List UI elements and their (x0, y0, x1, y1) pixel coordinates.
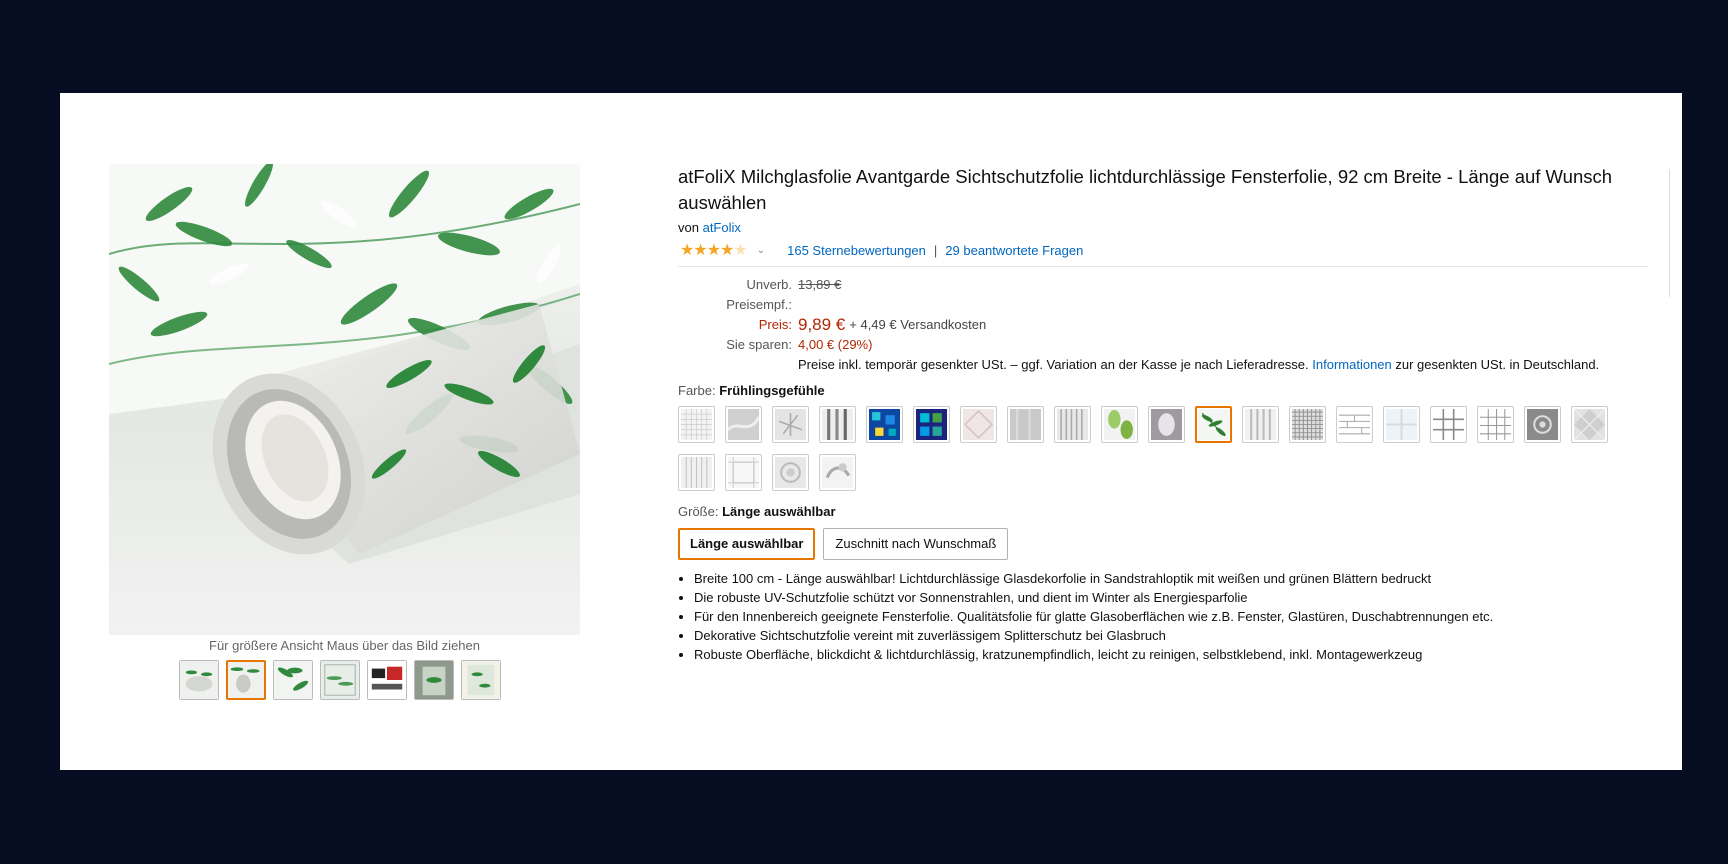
size-options: Länge auswählbar Zuschnitt nach Wunschma… (678, 528, 1648, 560)
vat-row: Preise inkl. temporär gesenkter USt. – g… (678, 355, 1648, 375)
feature-bullet: Dekorative Sichtschutzfolie vereint mit … (694, 626, 1648, 645)
savings-amount: 4,00 € (29%) (798, 337, 873, 352)
color-swatch[interactable] (772, 406, 809, 443)
color-swatch[interactable] (1571, 406, 1608, 443)
color-label: Farbe: (678, 383, 716, 398)
separator: | (933, 242, 938, 258)
feature-bullet: Für den Innenbereich geeignete Fensterfo… (694, 607, 1648, 626)
list-price-label: Unverb. Preisempf.: (726, 277, 792, 312)
feature-bullet: Robuste Oberfläche, blickdicht & lichtdu… (694, 645, 1648, 664)
vat-note-text: Preise inkl. temporär gesenkter USt. – g… (798, 357, 1309, 372)
color-swatch[interactable] (1477, 406, 1514, 443)
selected-color: Frühlingsgefühle (719, 383, 825, 398)
color-swatch[interactable] (725, 406, 762, 443)
thumbnail[interactable] (273, 660, 313, 700)
color-swatch[interactable] (819, 454, 856, 491)
savings-label: Sie sparen: (726, 337, 792, 352)
rating-row: ★★★★★ ⌄ 165 Sternebewertungen | 29 beant… (678, 240, 1648, 267)
thumbnail[interactable] (226, 660, 266, 700)
color-swatch[interactable] (1101, 406, 1138, 443)
scrollbar-edge[interactable] (1669, 169, 1670, 297)
color-swatch[interactable] (1148, 406, 1185, 443)
chevron-down-icon[interactable]: ⌄ (757, 245, 765, 256)
selected-size: Länge auswählbar (722, 504, 836, 519)
product-panel: Für größere Ansicht Maus über das Bild z… (60, 93, 1682, 770)
main-product-image[interactable] (109, 164, 580, 635)
color-swatch-selected[interactable] (1195, 406, 1232, 443)
star-rating-icon[interactable]: ★★★★★ (680, 240, 748, 260)
thumbnail-strip (179, 660, 501, 700)
size-option-length[interactable]: Länge auswählbar (678, 528, 816, 560)
savings-row: Sie sparen: 4,00 € (29%) (678, 335, 1648, 355)
thumbnail[interactable] (414, 660, 454, 700)
size-label: Größe: (678, 504, 719, 519)
feature-bullet: Die robuste UV-Schutzfolie schützt vor S… (694, 588, 1648, 607)
questions-link[interactable]: 29 beantwortete Fragen (945, 243, 1083, 258)
color-swatch[interactable] (1289, 406, 1326, 443)
color-swatch[interactable] (1430, 406, 1467, 443)
color-swatch[interactable] (725, 454, 762, 491)
vat-info-link[interactable]: Informationen (1312, 357, 1392, 372)
color-swatch[interactable] (1336, 406, 1373, 443)
product-title: atFoliX Milchglasfolie Avantgarde Sichts… (678, 166, 1613, 213)
color-swatch[interactable] (913, 406, 950, 443)
color-swatch[interactable] (678, 454, 715, 491)
color-swatch[interactable] (772, 454, 809, 491)
shipping-cost: + 4,49 € Versandkosten (849, 317, 987, 332)
thumbnail[interactable] (320, 660, 360, 700)
feature-bullets: Breite 100 cm - Länge auswählbar! Lichtd… (678, 569, 1648, 664)
color-swatch[interactable] (1524, 406, 1561, 443)
vat-note-suffix: zur gesenkten USt. in Deutschland. (1395, 357, 1600, 372)
thumbnail[interactable] (179, 660, 219, 700)
product-info: atFoliX Milchglasfolie Avantgarde Sichts… (678, 164, 1648, 664)
byline: von atFolix (678, 220, 1648, 235)
color-swatch[interactable] (866, 406, 903, 443)
color-swatch[interactable] (678, 406, 715, 443)
by-prefix: von (678, 220, 699, 235)
color-swatch[interactable] (819, 406, 856, 443)
color-selector-label: Farbe: Frühlingsgefühle (678, 383, 1648, 398)
color-swatch-grid (678, 406, 1638, 491)
vat-note: Preise inkl. temporär gesenkter USt. – g… (798, 355, 1599, 375)
price-label: Preis: (758, 317, 792, 332)
list-price-row: Unverb. Preisempf.: 13,89 € (678, 275, 1648, 315)
brand-link[interactable]: atFolix (703, 220, 741, 235)
price-row: Preis: 9,89 € + 4,49 € Versandkosten (678, 315, 1648, 335)
zoom-hint: Für größere Ansicht Maus über das Bild z… (209, 638, 480, 653)
price: 9,89 € (798, 315, 846, 334)
thumbnail[interactable] (461, 660, 501, 700)
ratings-link[interactable]: 165 Sternebewertungen (787, 243, 926, 258)
size-selector-label: Größe: Länge auswählbar (678, 504, 1648, 519)
list-price: 13,89 € (798, 277, 842, 292)
color-swatch[interactable] (1054, 406, 1091, 443)
color-swatch[interactable] (1007, 406, 1044, 443)
thumbnail[interactable] (367, 660, 407, 700)
color-swatch[interactable] (1242, 406, 1279, 443)
size-option-custom-cut[interactable]: Zuschnitt nach Wunschmaß (823, 528, 1009, 560)
color-swatch[interactable] (1383, 406, 1420, 443)
feature-bullet: Breite 100 cm - Länge auswählbar! Lichtd… (694, 569, 1648, 588)
price-block: Unverb. Preisempf.: 13,89 € Preis: 9,89 … (678, 275, 1648, 375)
color-swatch[interactable] (960, 406, 997, 443)
